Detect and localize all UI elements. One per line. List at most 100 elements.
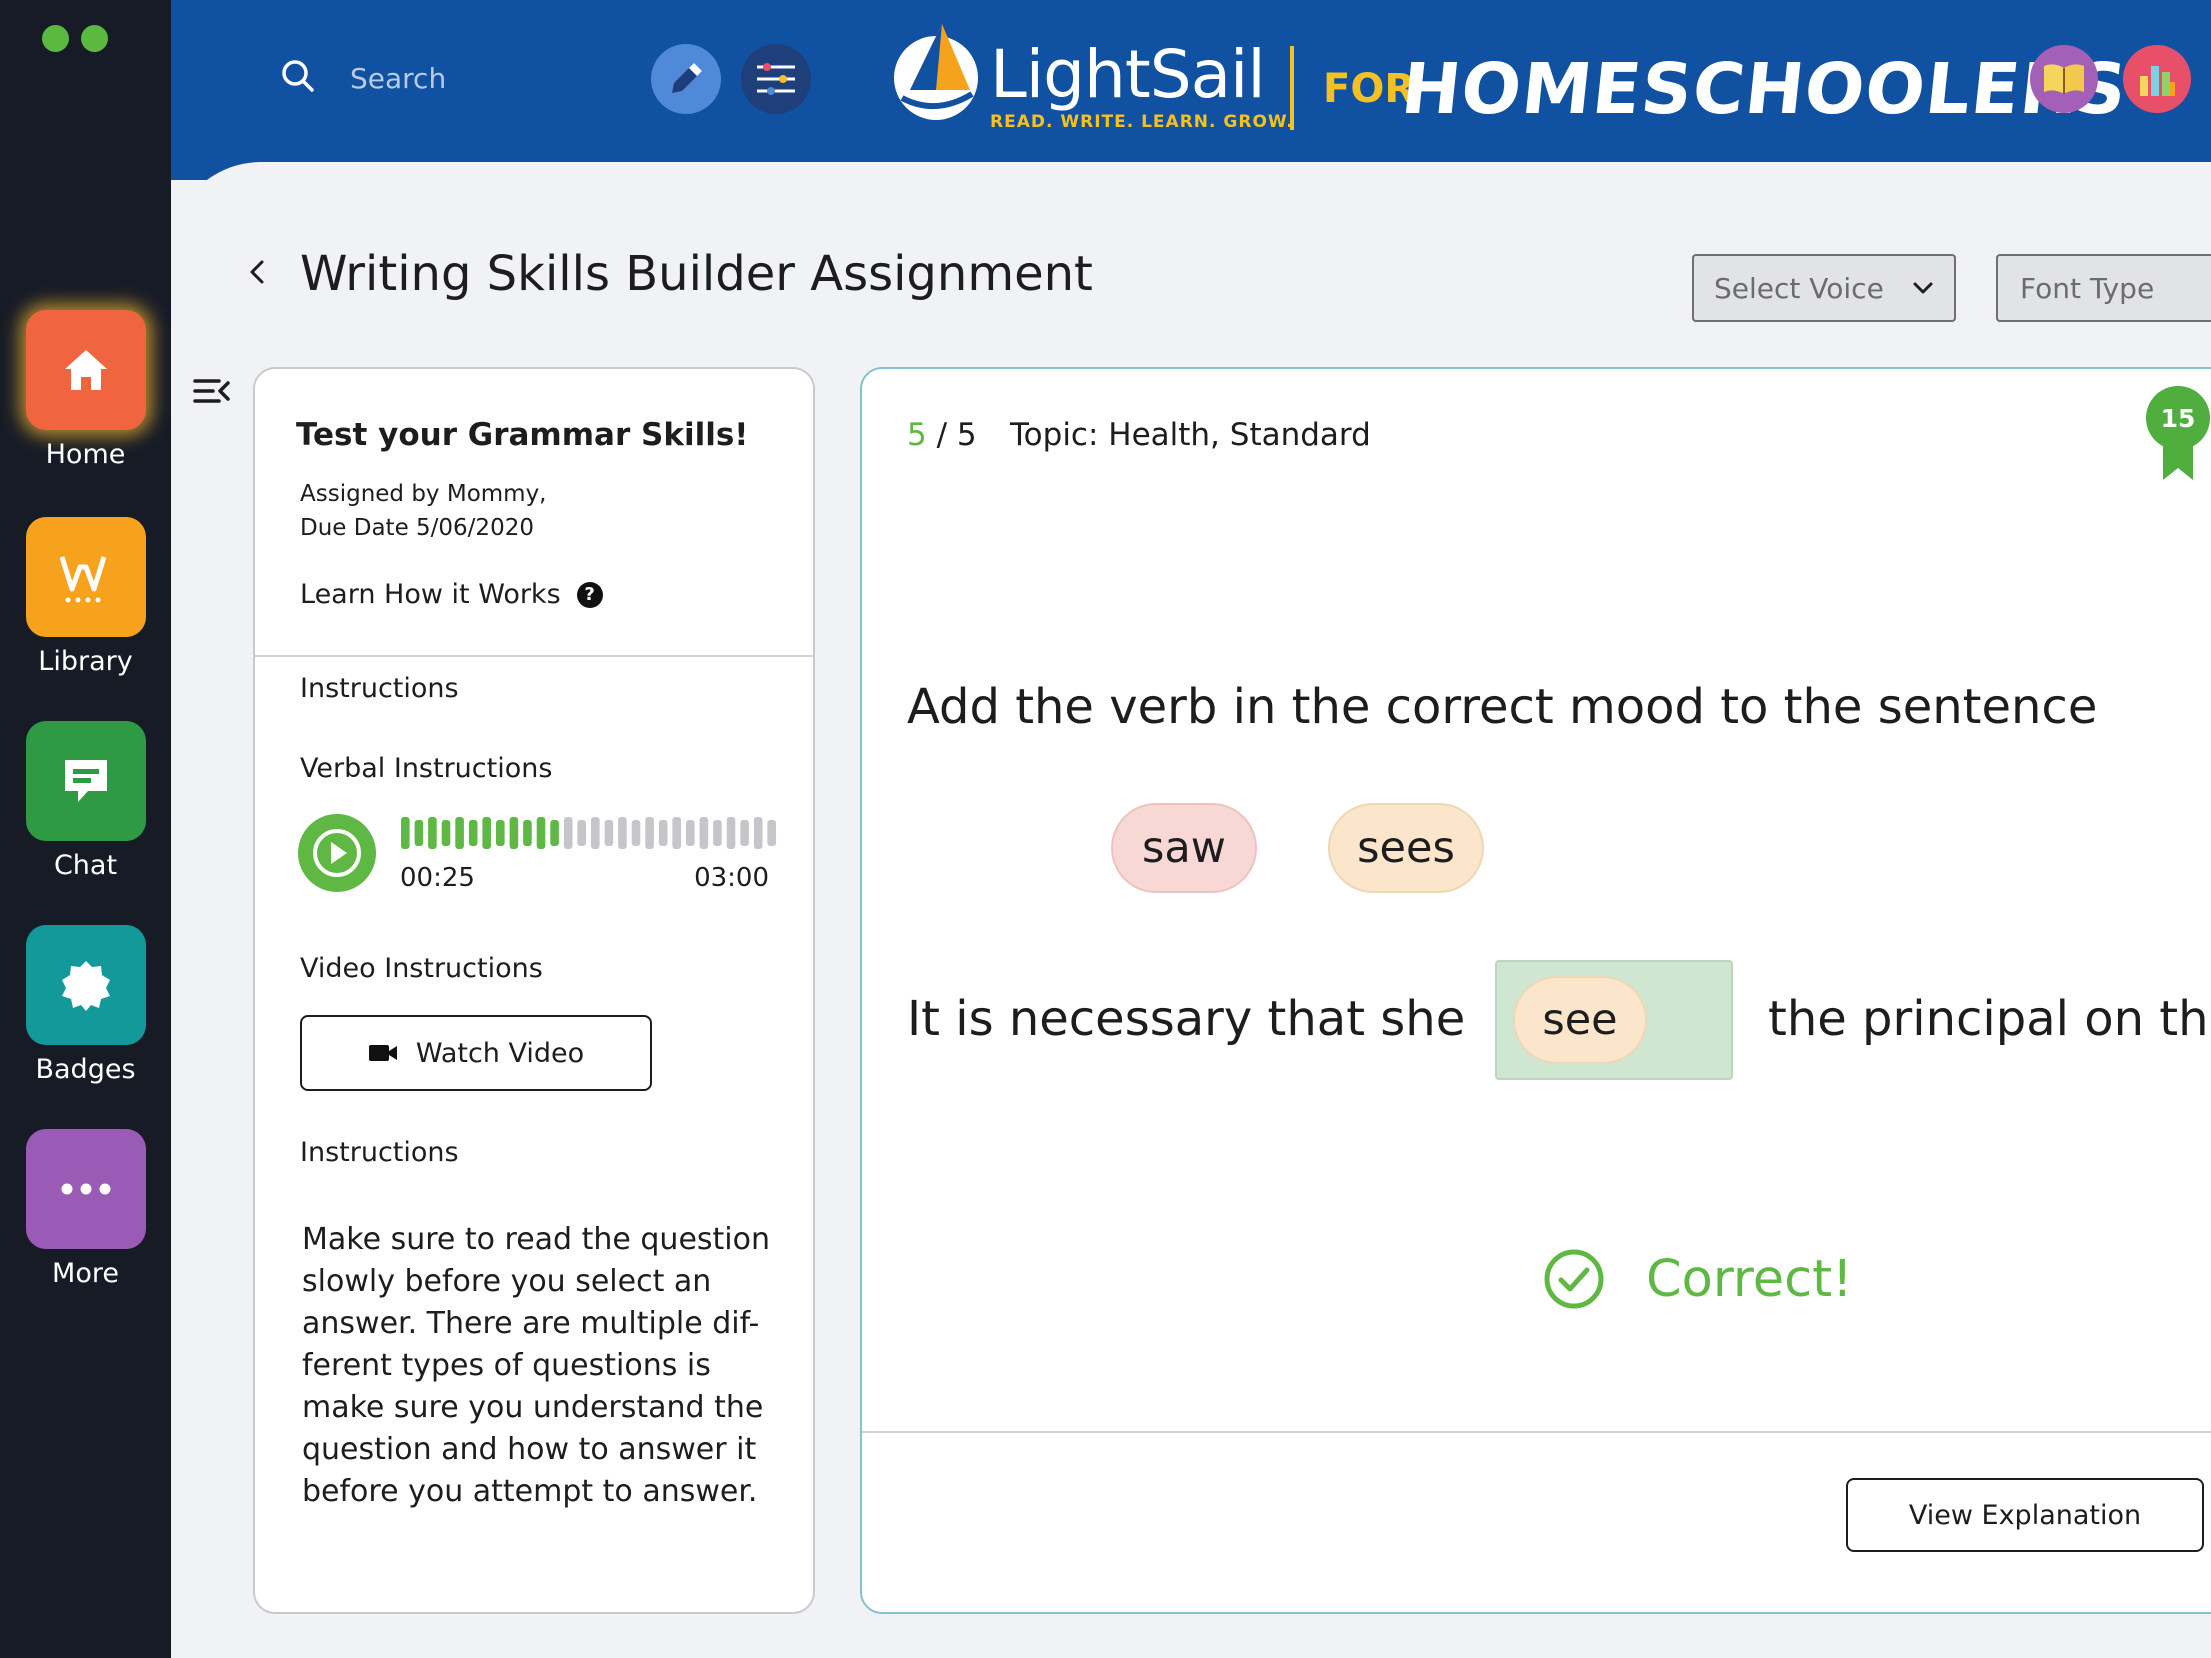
play-icon	[313, 829, 361, 877]
chevron-down-icon	[1913, 282, 1933, 294]
waveform-bar	[401, 817, 410, 849]
font-type-label: Font Type	[2020, 271, 2155, 305]
waveform-bar	[523, 820, 532, 846]
lightsail-logo: LightSail READ. WRITE. LEARN. GROW. FOR …	[890, 16, 2131, 146]
progress-separator: /	[936, 417, 948, 453]
page-title: Writing Skills Builder Assignment	[300, 246, 1093, 302]
waveform-bar	[604, 820, 614, 846]
home-tile[interactable]	[25, 310, 146, 430]
sail-logo-icon	[894, 24, 978, 120]
collapse-panel-icon[interactable]	[193, 376, 231, 406]
answer-chip-saw[interactable]: saw	[1111, 803, 1257, 893]
search-input[interactable]	[350, 50, 610, 106]
score-value: 15	[2146, 386, 2210, 450]
waveform-bar	[482, 817, 491, 849]
waveform-bar	[550, 820, 559, 846]
panel-divider	[255, 655, 813, 657]
answer-drop-zone[interactable]: see	[1495, 960, 1733, 1080]
waveform-bar	[767, 820, 776, 846]
waveform-bar	[496, 820, 505, 846]
instructions-heading: Instructions	[300, 673, 459, 704]
assignment-title: Test your Grammar Skills!	[296, 417, 749, 453]
audio-waveform[interactable]	[400, 816, 780, 850]
more-tile[interactable]	[25, 1129, 146, 1249]
sidebar-item-label: More	[52, 1258, 119, 1289]
chat-tile[interactable]	[25, 721, 146, 841]
waveform-bar	[468, 820, 478, 846]
view-explanation-button[interactable]: View Explanation	[1846, 1478, 2204, 1552]
waveform-bar	[713, 820, 722, 846]
chat-icon	[64, 760, 107, 802]
waveform-bar	[536, 817, 546, 849]
waveform-bar	[699, 817, 709, 849]
library-w-icon	[59, 556, 106, 603]
annotate-button[interactable]	[651, 44, 721, 114]
sentence-after: the principal on th	[1768, 991, 2209, 1047]
waveform-bar	[672, 817, 681, 849]
learn-how-link[interactable]: Learn How it Works ?	[300, 579, 603, 610]
sidebar-item-label: Library	[38, 646, 133, 677]
sidebar-item-more[interactable]: More	[0, 1129, 171, 1289]
library-tile[interactable]	[25, 517, 146, 637]
select-voice-dropdown[interactable]: Select Voice	[1692, 254, 1956, 322]
reading-button[interactable]	[2030, 45, 2098, 113]
waveform-bar	[414, 820, 424, 846]
brand-name: LightSail	[990, 36, 1266, 113]
question-prompt: Add the verb in the correct mood to the …	[907, 679, 2098, 735]
left-rail: Home Library Chat Badges More	[0, 0, 171, 1658]
brand-tagline: READ. WRITE. LEARN. GROW.	[990, 112, 1294, 132]
progress-current: 5	[907, 417, 927, 453]
waveform-bar	[441, 820, 451, 846]
panel-divider	[862, 1431, 2211, 1433]
question-topic: Topic: Health, Standard	[1010, 417, 1371, 453]
audio-play-button[interactable]	[298, 814, 376, 892]
settings-sliders-button[interactable]	[741, 44, 811, 114]
font-type-dropdown[interactable]: Font Type	[1996, 254, 2211, 322]
waveform-bar	[455, 817, 464, 849]
watch-video-label: Watch Video	[415, 1037, 585, 1069]
answer-chip-sees[interactable]: sees	[1328, 803, 1484, 893]
stats-button[interactable]	[2123, 45, 2191, 113]
home-icon	[64, 350, 107, 390]
instructions-text: Make sure to read the question slowly be…	[302, 1222, 771, 1509]
badges-tile[interactable]	[25, 925, 146, 1045]
question-panel: 5 / 5 Topic: Health, Standard Add the ve…	[860, 367, 2211, 1614]
progress-total: 5	[956, 417, 977, 453]
waveform-bar	[658, 820, 668, 846]
waveform-bar	[645, 817, 654, 849]
feedback-text: Correct!	[1646, 1249, 1853, 1309]
answer-feedback: Correct!	[1542, 1247, 1853, 1311]
sidebar-item-label: Home	[45, 439, 126, 470]
sentence-before: It is necessary that she	[907, 991, 1466, 1047]
waveform-bar	[591, 817, 600, 849]
watch-video-button[interactable]: Watch Video	[300, 1015, 652, 1091]
back-chevron-icon[interactable]	[246, 256, 270, 288]
assigned-by: Assigned by Mommy,	[300, 481, 547, 507]
sidebar-item-chat[interactable]: Chat	[0, 721, 171, 881]
question-progress: 5 / 5	[907, 417, 977, 453]
sliders-icon	[757, 63, 795, 95]
assignment-panel: Test your Grammar Skills! Assigned by Mo…	[253, 367, 815, 1614]
sidebar-item-home[interactable]: Home	[0, 310, 171, 470]
waveform-bar	[428, 817, 437, 849]
bar-chart-icon	[2140, 66, 2175, 96]
video-camera-icon	[368, 1045, 397, 1061]
more-dots-icon	[61, 1183, 110, 1195]
sidebar-item-library[interactable]: Library	[0, 517, 171, 677]
sidebar-item-label: Badges	[35, 1054, 136, 1085]
waveform-bar	[726, 817, 736, 849]
waveform-bar	[577, 820, 586, 846]
waveform-bar	[563, 817, 573, 849]
sidebar-item-badges[interactable]: Badges	[0, 925, 171, 1085]
search-icon[interactable]	[280, 58, 316, 94]
waveform-bar	[753, 817, 763, 849]
audio-duration: 03:00	[694, 863, 769, 893]
placed-answer-chip[interactable]: see	[1513, 976, 1647, 1064]
learn-how-label: Learn How it Works	[300, 579, 561, 610]
sidebar-item-label: Chat	[53, 850, 118, 881]
check-circle-icon	[1544, 1249, 1604, 1309]
waveform-bar	[618, 817, 627, 849]
due-date: Due Date 5/06/2020	[300, 515, 534, 541]
waveform-bar	[686, 820, 695, 846]
brand-audience: HOMESCHOOLERS	[1397, 48, 2132, 130]
